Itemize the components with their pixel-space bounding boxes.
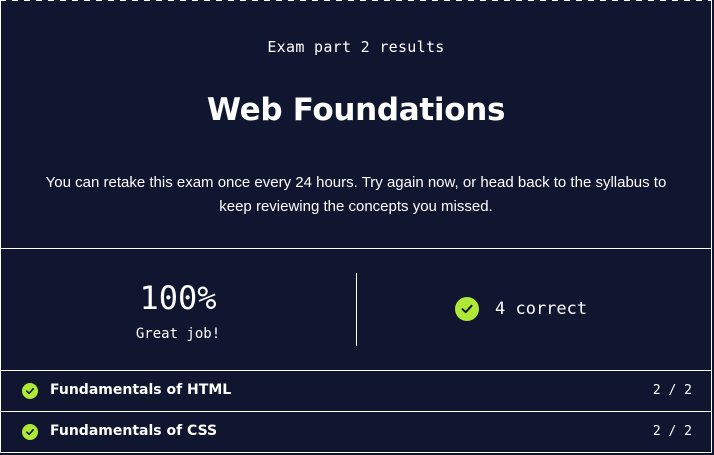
correct-count-label: 4 correct <box>495 299 588 319</box>
check-circle-icon <box>22 383 38 399</box>
exam-results-card: Exam part 2 results Web Foundations You … <box>0 0 712 453</box>
check-circle-icon <box>22 424 38 440</box>
score-message: Great job! <box>135 326 221 342</box>
results-header: Exam part 2 results Web Foundations You … <box>0 0 712 248</box>
topic-row-css[interactable]: Fundamentals of CSS 2 / 2 <box>0 412 712 452</box>
page-title: Web Foundations <box>206 92 506 128</box>
retake-description: You can retake this exam once every 24 h… <box>45 174 667 215</box>
topic-name: Fundamentals of CSS <box>50 423 218 439</box>
check-circle-icon <box>455 297 479 321</box>
correct-count-panel: 4 correct <box>357 249 712 370</box>
score-summary: 100% Great job! 4 correct <box>0 249 712 370</box>
exam-part-label: Exam part 2 results <box>267 38 445 56</box>
topic-name: Fundamentals of HTML <box>50 382 232 398</box>
topic-row-html[interactable]: Fundamentals of HTML 2 / 2 <box>0 371 712 411</box>
correct-count: 4 correct <box>455 297 587 321</box>
score-percent-panel: 100% Great job! <box>0 249 356 370</box>
topic-score: 2 / 2 <box>652 424 692 439</box>
score-percent: 100% <box>139 279 217 317</box>
topic-score: 2 / 2 <box>652 383 692 398</box>
